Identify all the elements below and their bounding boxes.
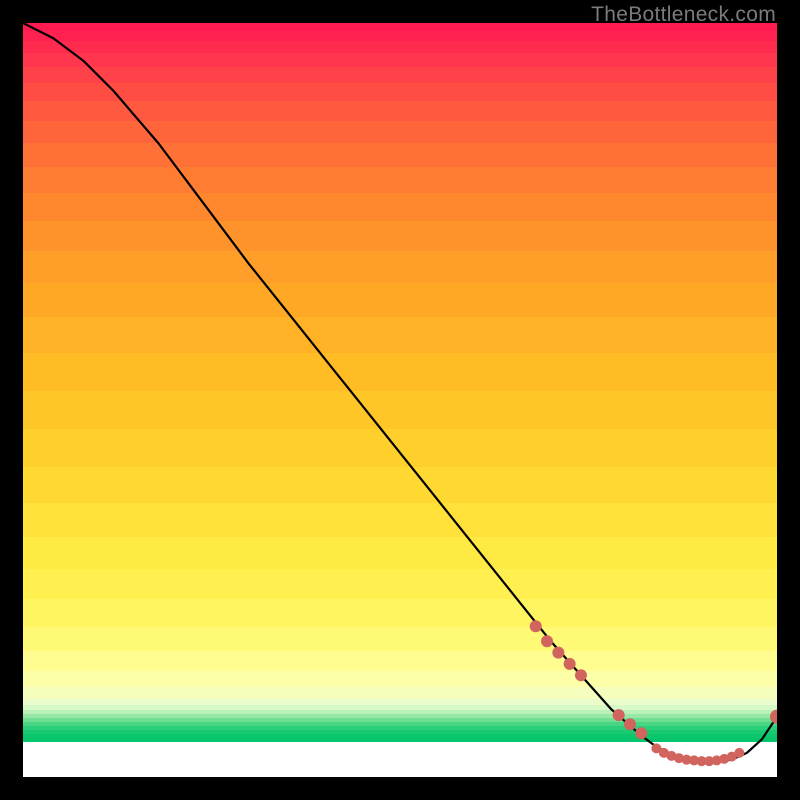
chart-stage: TheBottleneck.com	[0, 0, 800, 800]
data-marker	[564, 658, 576, 670]
bottleneck-curve	[23, 23, 777, 762]
chart-svg	[23, 23, 777, 777]
data-marker	[613, 709, 625, 721]
plot-area	[23, 23, 777, 777]
data-marker	[552, 647, 564, 659]
data-marker	[635, 727, 647, 739]
data-marker	[770, 710, 777, 724]
data-marker	[575, 669, 587, 681]
data-marker	[530, 620, 542, 632]
data-marker	[541, 635, 553, 647]
data-marker	[624, 718, 636, 730]
data-marker	[734, 748, 744, 758]
